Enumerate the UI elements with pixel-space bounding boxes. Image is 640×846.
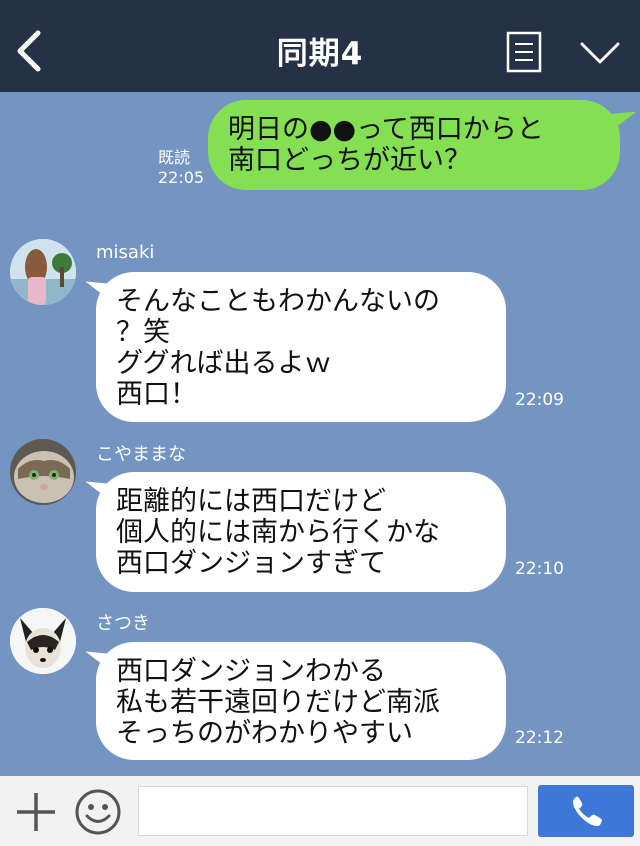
outgoing-message-bubble[interactable]: 明日の●●って西口からと 南口どっちが近い？: [208, 100, 620, 190]
message-time: 22:10: [515, 559, 564, 579]
incoming-message-bubble[interactable]: 西口ダンジョンわかる 私も若干遠回りだけど南派 そっちのがわかりやすい: [96, 642, 506, 760]
read-receipt: 既読 22:05: [158, 148, 204, 188]
plus-icon: [17, 793, 55, 831]
menu-button[interactable]: [578, 38, 622, 68]
message-time: 22:09: [515, 390, 564, 410]
chat-area[interactable]: 既読 22:05 明日の●●って西口からと 南口どっちが近い？ misaki そ…: [0, 92, 640, 776]
notes-button[interactable]: [506, 31, 542, 73]
sender-name: こやままな: [96, 444, 186, 465]
avatar-koyamamana[interactable]: [10, 439, 76, 505]
phone-icon: [573, 796, 602, 826]
avatar-misaki[interactable]: [10, 239, 76, 305]
smiley-icon: [75, 789, 121, 835]
call-button[interactable]: [538, 785, 634, 837]
emoji-button[interactable]: [74, 788, 122, 836]
chat-header: 同期4: [0, 0, 640, 92]
read-label: 既読: [158, 148, 191, 167]
sender-name: さつき: [96, 613, 150, 634]
avatar-image: [10, 608, 76, 674]
message-time: 22:12: [515, 728, 564, 748]
notes-icon: [506, 31, 542, 73]
chat-title: 同期4: [276, 36, 364, 72]
message-time: 22:05: [158, 168, 205, 187]
add-attachment-button[interactable]: [14, 790, 58, 834]
sender-name: misaki: [96, 242, 155, 263]
avatar-satsuki[interactable]: [10, 608, 76, 674]
chevron-down-icon: [580, 42, 620, 64]
message-input[interactable]: [138, 786, 528, 836]
message-input-bar: [0, 776, 640, 846]
incoming-message-bubble[interactable]: 距離的には西口だけど 個人的には南から行くかな 西口ダンジョンすぎて: [96, 472, 506, 592]
avatar-image: [10, 239, 76, 305]
avatar-image: [10, 439, 76, 505]
incoming-message-bubble[interactable]: そんなこともわかんないの ？笑 ググれば出るよｗ 西口！: [96, 272, 506, 422]
